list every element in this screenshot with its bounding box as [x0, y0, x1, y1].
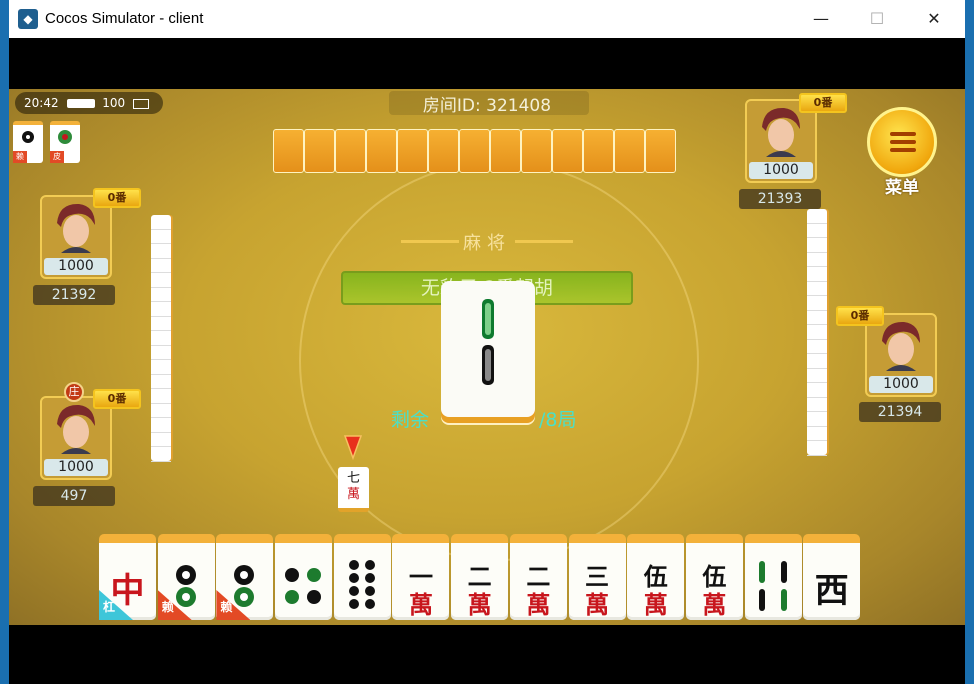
chips-right: 1000	[869, 376, 933, 393]
maximize-button[interactable]: ☐	[857, 6, 897, 32]
back-tile	[273, 129, 304, 173]
game-title: 麻将	[463, 233, 511, 254]
back-tile	[583, 129, 614, 173]
two-bamboo-icon	[482, 299, 494, 385]
fan-badge-left-bottom: 0番	[93, 389, 141, 409]
tong-flower-icon	[58, 130, 72, 144]
score-right: 21394	[859, 402, 941, 422]
hand-tile[interactable]: 二萬	[451, 534, 509, 620]
avatar-face-icon	[762, 107, 800, 157]
discarded-tile: 七 萬	[338, 467, 369, 512]
dots-pattern-icon	[334, 553, 391, 621]
back-tile	[490, 129, 521, 173]
minimize-button[interactable]: —	[801, 6, 841, 32]
hand-tile[interactable]: 赖	[157, 534, 215, 620]
west-wind-glyph: 西	[814, 571, 849, 611]
hand-tile[interactable]: 一萬	[392, 534, 450, 620]
fan-badge-right: 0番	[836, 306, 884, 326]
back-tile	[428, 129, 459, 173]
corner-tag-pi: 皮	[50, 151, 64, 163]
back-tile	[366, 129, 397, 173]
back-tile	[552, 129, 583, 173]
hand-tile[interactable]: 中杠	[99, 534, 156, 620]
back-tile	[459, 129, 490, 173]
tile-suit: 萬	[467, 590, 492, 619]
hand-tile[interactable]: 赖	[216, 534, 274, 620]
remain-label: 剩余	[391, 409, 430, 431]
game-table: 20:42 100 房间ID: 321408 赖 皮 1000 0番 21393…	[9, 89, 965, 625]
hand-tile[interactable]: 西	[803, 534, 861, 620]
round-counter: /8局	[539, 409, 577, 431]
score-left-top: 21392	[33, 285, 115, 305]
tile-suit: 萬	[702, 590, 727, 619]
avatar-face-icon	[882, 321, 920, 371]
menu-list-icon	[890, 132, 916, 152]
hand-tile[interactable]: 伍萬	[627, 534, 685, 620]
tile-suit: 萬	[585, 590, 609, 619]
back-tile	[397, 129, 428, 173]
hand-tile[interactable]: 二萬	[509, 534, 567, 620]
menu-button[interactable]	[867, 107, 937, 177]
back-tile	[645, 129, 676, 173]
fan-badge-left-top: 0番	[93, 188, 141, 208]
back-tile	[335, 129, 366, 173]
last-played-tile-2-tiao	[441, 281, 535, 417]
chips-left-bottom: 1000	[44, 459, 108, 476]
hand-tile[interactable]: 伍萬	[685, 534, 743, 620]
hand-tile[interactable]	[275, 534, 333, 620]
app-window: ◆ Cocos Simulator - client — ☐ ✕ 20:42 1…	[9, 0, 965, 684]
back-tile	[614, 129, 645, 173]
bamboo-pattern-icon	[745, 553, 802, 621]
fan-badge-top-right: 0番	[799, 93, 847, 113]
score-top-right: 21393	[739, 189, 821, 209]
window-title: Cocos Simulator - client	[45, 10, 204, 27]
back-tile	[304, 129, 335, 173]
hand-tile[interactable]	[333, 534, 391, 621]
back-tile	[521, 129, 552, 173]
dots-pattern-icon	[275, 553, 332, 617]
tile-suit: 萬	[408, 590, 433, 619]
top-opponent-wall	[273, 129, 676, 173]
avatar-face-icon	[57, 404, 95, 454]
dealer-badge: 庄	[64, 382, 84, 402]
tile-suit: 萬	[643, 590, 668, 619]
tong-pattern-icon	[22, 131, 34, 143]
score-left-bottom: 497	[33, 486, 115, 506]
last-discard-pointer-icon	[343, 435, 363, 460]
discard-suit: 萬	[346, 487, 360, 502]
menu-label[interactable]: 菜单	[867, 173, 937, 198]
title-bar: ◆ Cocos Simulator - client — ☐ ✕	[9, 0, 965, 38]
corner-tag-lai: 赖	[13, 151, 27, 163]
chips-top-right: 1000	[749, 162, 813, 179]
player-hand: 中杠赖赖 一萬二萬二萬三萬伍萬伍萬 西	[99, 534, 862, 620]
chips-left-top: 1000	[44, 258, 108, 275]
cocos-app-icon: ◆	[18, 9, 38, 29]
corner-tile-pi: 皮	[50, 121, 80, 163]
close-button[interactable]: ✕	[914, 6, 954, 32]
corner-tile-lai: 赖	[13, 121, 43, 163]
tile-suit: 萬	[526, 590, 551, 619]
hand-tile[interactable]: 三萬	[568, 534, 626, 620]
discard-num: 七	[346, 471, 360, 486]
hand-tile[interactable]	[744, 534, 802, 621]
